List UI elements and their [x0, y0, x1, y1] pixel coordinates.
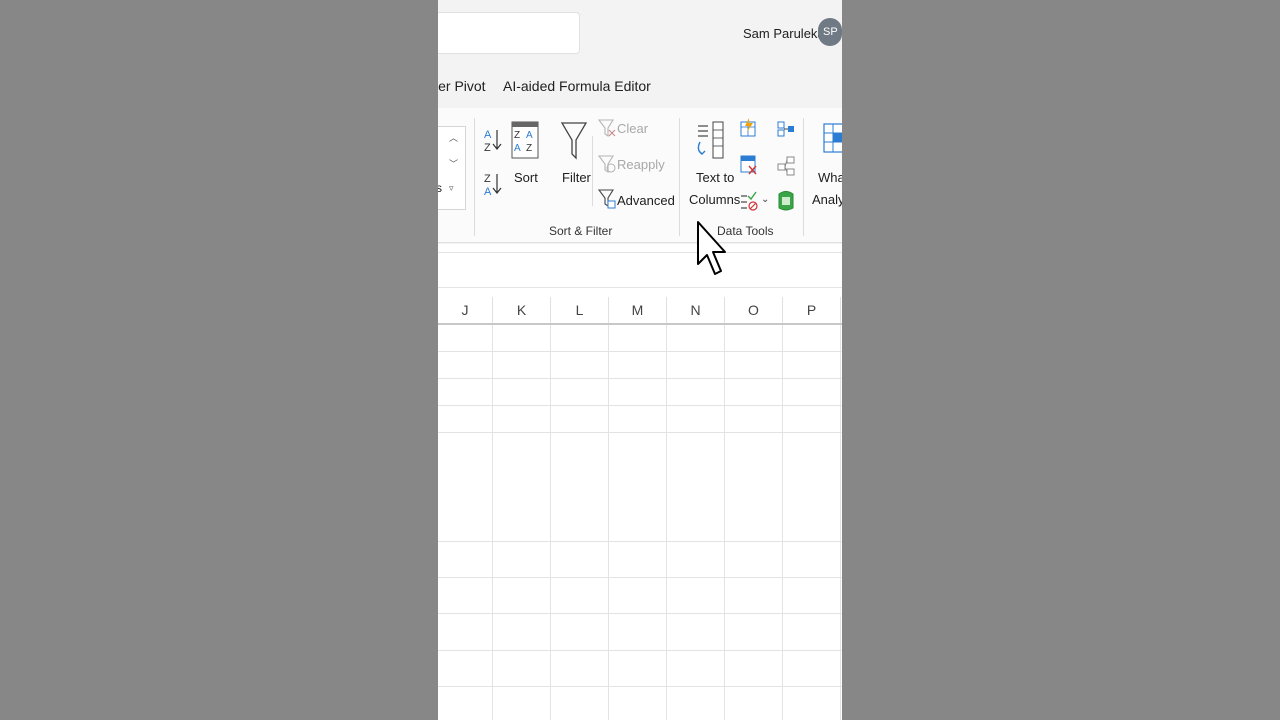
grid-line: [438, 541, 842, 542]
svg-text:Z: Z: [526, 143, 532, 154]
chevron-down-icon[interactable]: ⌄: [761, 194, 769, 205]
what-if-line2[interactable]: Analys: [812, 192, 842, 207]
ribbon-panel: ︿ ﹀ ▿ s A Z Z A Z A A Z Sort Filter Clea…: [438, 108, 842, 243]
partial-label: s: [438, 181, 442, 195]
more-icon[interactable]: ▿: [449, 183, 454, 194]
column-header-n[interactable]: N: [667, 297, 725, 323]
grid-line: [724, 325, 725, 720]
excel-window: Sam Parulekar SP wer Pivot AI-aided Form…: [438, 0, 842, 720]
divider: [803, 118, 804, 236]
column-header-l[interactable]: L: [551, 297, 609, 323]
clear-filter-icon[interactable]: [598, 118, 616, 138]
grid-line: [782, 325, 783, 720]
sort-descending-icon[interactable]: Z A: [484, 170, 504, 200]
advanced-filter-icon[interactable]: [598, 188, 616, 210]
sort-ascending-icon[interactable]: A Z: [484, 126, 504, 156]
svg-text:Z: Z: [514, 130, 520, 141]
filter-icon[interactable]: [560, 120, 588, 162]
text-to-columns-line1[interactable]: Text to: [696, 170, 734, 185]
grid-line: [438, 613, 842, 614]
flash-fill-icon[interactable]: [739, 118, 757, 138]
ribbon: ︿ ﹀ ▿ s A Z Z A Z A A Z Sort Filter Clea…: [438, 104, 842, 244]
svg-text:Z: Z: [484, 173, 491, 185]
svg-text:A: A: [514, 143, 521, 154]
tab-ai-formula-editor[interactable]: AI-aided Formula Editor: [503, 78, 651, 94]
data-validation-icon[interactable]: [739, 190, 761, 212]
advanced-button[interactable]: Advanced: [617, 193, 675, 208]
mouse-pointer-icon: [697, 221, 726, 275]
chevron-down-icon[interactable]: ﹀: [449, 157, 458, 170]
text-to-columns-line2[interactable]: Columns: [689, 192, 740, 207]
data-model-icon[interactable]: [777, 190, 795, 212]
grid-line: [438, 432, 842, 433]
column-header-m[interactable]: M: [609, 297, 667, 323]
avatar[interactable]: SP: [818, 18, 842, 46]
grid-line: [492, 325, 493, 720]
grid-line: [438, 650, 842, 651]
chevron-up-icon[interactable]: ︿: [449, 131, 458, 144]
filter-button[interactable]: Filter: [562, 170, 591, 185]
what-if-analysis-icon[interactable]: [823, 122, 842, 154]
grid-line: [438, 577, 842, 578]
formula-bar[interactable]: [438, 252, 842, 288]
column-header-o[interactable]: O: [725, 297, 783, 323]
sort-icon[interactable]: Z A A Z: [511, 120, 539, 160]
text-to-columns-icon[interactable]: [694, 120, 726, 162]
user-name[interactable]: Sam Parulekar: [743, 26, 829, 41]
grid-line: [550, 325, 551, 720]
column-header-row: J K L M N O P: [438, 297, 842, 325]
title-bar: Sam Parulekar SP: [438, 0, 842, 72]
divider: [679, 118, 680, 236]
divider: [474, 118, 475, 236]
grid-line: [438, 351, 842, 352]
consolidate-icon[interactable]: [777, 120, 795, 138]
cell-grid[interactable]: [438, 325, 842, 720]
divider: [592, 136, 593, 206]
sort-filter-group-label: Sort & Filter: [549, 224, 613, 238]
search-input[interactable]: [438, 12, 580, 54]
grid-line: [438, 378, 842, 379]
sort-button[interactable]: Sort: [514, 170, 538, 185]
svg-text:A: A: [484, 186, 492, 198]
grid-line: [608, 325, 609, 720]
remove-duplicates-icon[interactable]: [739, 154, 757, 176]
svg-text:A: A: [526, 130, 533, 141]
column-header-k[interactable]: K: [493, 297, 551, 323]
relationships-icon[interactable]: [777, 156, 795, 176]
clear-button[interactable]: Clear: [617, 121, 648, 136]
svg-text:Z: Z: [484, 142, 491, 154]
tab-power-pivot[interactable]: wer Pivot: [438, 78, 486, 94]
grid-line: [438, 405, 842, 406]
gallery-scroll[interactable]: ︿ ﹀ ▿: [438, 126, 466, 210]
ribbon-tabs: wer Pivot AI-aided Formula Editor: [438, 72, 842, 104]
reapply-icon[interactable]: [598, 154, 616, 174]
what-if-line1[interactable]: What: [818, 170, 842, 185]
reapply-button[interactable]: Reapply: [617, 157, 665, 172]
grid-line: [438, 686, 842, 687]
column-header-p[interactable]: P: [783, 297, 841, 323]
svg-text:A: A: [484, 129, 492, 141]
grid-line: [666, 325, 667, 720]
grid-line: [840, 325, 841, 720]
column-header-j[interactable]: J: [438, 297, 493, 323]
